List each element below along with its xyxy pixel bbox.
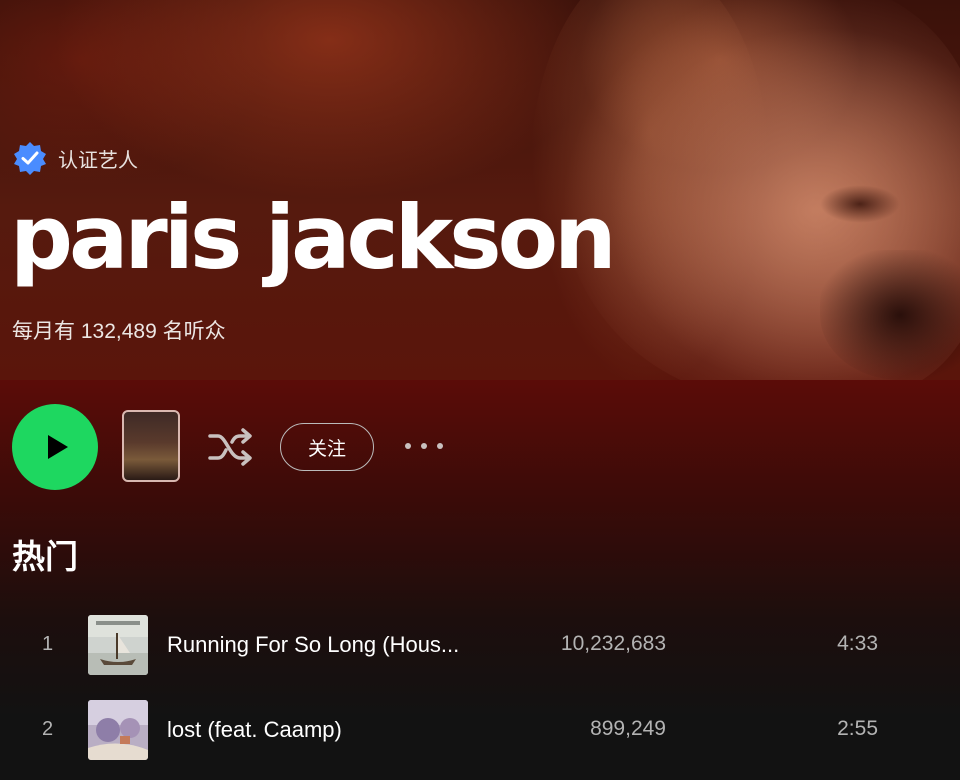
play-icon: [48, 435, 68, 459]
verified-artist-row: 认证艺人: [12, 140, 138, 176]
header-image-eye: [820, 185, 900, 223]
track-cover-art: [88, 615, 148, 675]
popular-section-title: 热门: [12, 538, 78, 575]
track-number: 2: [42, 718, 54, 740]
action-bar: 关注: [0, 400, 960, 496]
more-icon[interactable]: [402, 436, 446, 456]
track-cover-art: [88, 700, 148, 760]
track-title: lost (feat. Caamp): [167, 717, 342, 742]
track-row[interactable]: 2 lost (feat. Caamp) 899,249 2:55: [0, 700, 960, 766]
verified-artist-label: 认证艺人: [58, 149, 138, 172]
track-title: Running For So Long (Hous...: [167, 632, 460, 657]
artist-name: paris jackson: [10, 186, 617, 289]
track-play-count: 10,232,683: [560, 632, 666, 655]
track-play-count: 899,249: [590, 717, 666, 740]
monthly-listeners: 每月有 132,489 名听众: [12, 320, 226, 343]
follow-button[interactable]: 关注: [280, 423, 374, 471]
play-button[interactable]: [12, 404, 98, 490]
verified-badge-icon: [14, 142, 46, 175]
shuffle-icon[interactable]: [206, 426, 256, 468]
track-duration: 4:33: [837, 632, 878, 655]
artist-header-image: 认证艺人 paris jackson 每月有 132,489 名听众: [0, 0, 960, 380]
track-duration: 2:55: [837, 717, 878, 740]
track-row[interactable]: 1 Running For So Long (Hous... 10,232,68…: [0, 615, 960, 681]
track-number: 1: [42, 633, 54, 655]
artist-pick-thumbnail[interactable]: [122, 410, 180, 482]
